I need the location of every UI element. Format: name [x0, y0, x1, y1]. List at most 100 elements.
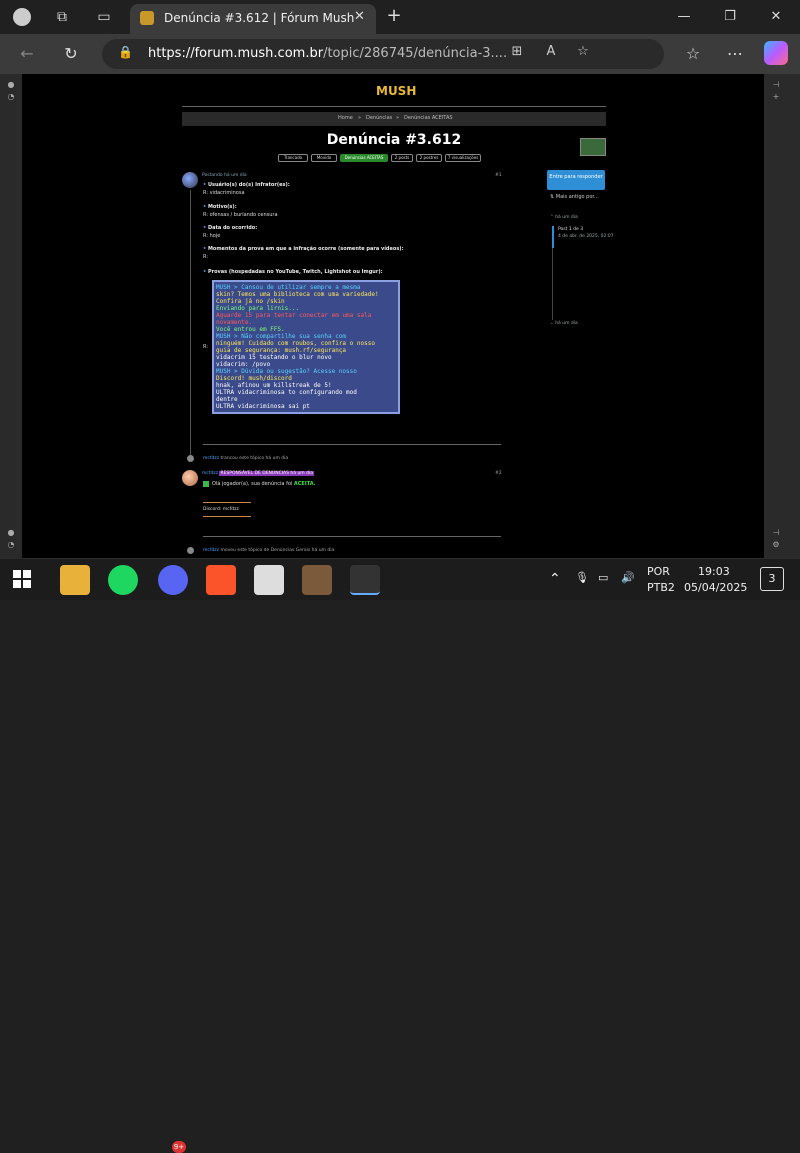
- event-text: mcfdzz moveu este tópico de Denúncias Ge…: [203, 548, 335, 553]
- field-value: R: vidacriminosa: [203, 190, 245, 196]
- favorites-icon[interactable]: ☆: [680, 42, 706, 66]
- tag-views: 7 visualizações: [445, 154, 481, 162]
- chat-line: hnak, afinou um killstreak de 5!: [216, 382, 332, 389]
- spotify-icon[interactable]: [108, 565, 138, 595]
- timeline-indicator[interactable]: [552, 226, 554, 248]
- divider: [182, 106, 606, 107]
- sidebar-pin-icon[interactable]: ⊣: [770, 80, 782, 90]
- event-marker-icon: [187, 547, 194, 554]
- sort-link[interactable]: ⇅ Mais antigo por...: [550, 194, 599, 200]
- tag-posters: 2 postres: [416, 154, 442, 162]
- favorite-star-icon[interactable]: ☆: [572, 44, 594, 64]
- right-sidebar: ⊣ + ⊣ ⚙: [764, 74, 800, 558]
- tag-posts: 2 posts: [391, 154, 413, 162]
- microphone-icon[interactable]: 🎙: [575, 571, 589, 584]
- start-windows-icon[interactable]: [10, 567, 34, 591]
- field-value: R: ofensas / burlando censura: [203, 212, 278, 218]
- tab-bar: ⧉ ▭ Denúncia #3.612 | Fórum Mush ✕ + — ❐…: [0, 0, 800, 34]
- check-icon: [203, 481, 209, 487]
- lock-icon[interactable]: 🔒: [118, 45, 134, 61]
- maximize-button[interactable]: ❐: [712, 4, 748, 30]
- tab-actions-icon[interactable]: ▭: [92, 5, 116, 29]
- language-indicator[interactable]: POR: [647, 565, 670, 578]
- avatar[interactable]: [182, 172, 198, 188]
- signature-text[interactable]: Discord: mcfdzz: [203, 507, 239, 512]
- notification-badge: 9+: [172, 1141, 186, 1153]
- url-text[interactable]: https://forum.mush.com.br/topic/286745/d…: [148, 46, 507, 61]
- timeline-track: [552, 248, 553, 320]
- topic-thumbnail[interactable]: [580, 138, 606, 156]
- post-index[interactable]: #2: [495, 471, 502, 476]
- chat-line: ninguém! Cuidado com roubos, confira o n…: [216, 340, 375, 347]
- profile-icon[interactable]: [10, 5, 34, 29]
- file-explorer-icon[interactable]: [60, 565, 90, 595]
- timeline-date: 4 de abr. de 2025, 02:07: [558, 234, 614, 239]
- timeline-top[interactable]: ⌃ há um dia: [550, 215, 578, 220]
- network-icon[interactable]: ▭: [598, 571, 608, 584]
- event-marker-icon: [187, 455, 194, 462]
- sidebar-clock-icon[interactable]: ◔: [5, 540, 17, 550]
- chat-line: MUSH > Não compartilhe sua senha com: [216, 333, 347, 340]
- tag-category[interactable]: Denúncias ACEITAS: [340, 154, 388, 162]
- timeline-bottom[interactable]: ⌄ há um dia: [550, 321, 578, 326]
- field-value: R: hoje: [203, 233, 221, 239]
- workspaces-icon[interactable]: ⧉: [50, 5, 74, 29]
- sidebar-dot-icon[interactable]: ●: [5, 528, 17, 538]
- show-hidden-icons[interactable]: ⌃: [549, 571, 561, 587]
- breadcrumb-subcategory[interactable]: Denúncias ACEITAS: [404, 115, 453, 121]
- breadcrumb-category[interactable]: Denúncias: [366, 115, 392, 121]
- avatar[interactable]: [182, 470, 198, 486]
- signature-divider: [203, 502, 251, 503]
- page-viewport: ● ◔ ● ◔ ⊣ + ⊣ ⚙ MUSH Home » Denúncias » …: [0, 74, 800, 558]
- sidebar-add-icon[interactable]: +: [770, 92, 782, 102]
- sidebar-pin-icon[interactable]: ⊣: [770, 528, 782, 538]
- keyboard-layout[interactable]: PTB2: [647, 581, 675, 594]
- address-bar[interactable]: 🔒 https://forum.mush.com.br/topic/286745…: [102, 39, 664, 69]
- more-menu-icon[interactable]: ⋯: [722, 42, 748, 66]
- notifications-icon[interactable]: 3: [760, 567, 784, 591]
- read-aloud-icon[interactable]: A: [540, 44, 562, 64]
- field-value: R:: [203, 344, 209, 350]
- timeline-counter: Post 1 de 3: [558, 227, 584, 232]
- minimize-button[interactable]: —: [666, 4, 702, 30]
- mush-logo[interactable]: MUSH: [376, 84, 416, 98]
- breadcrumb-sep: »: [396, 115, 400, 121]
- chat-line: Enviando para lirnis...: [216, 305, 300, 312]
- chat-line: vidacrim 15 testando o blur novo: [216, 354, 332, 361]
- post-author-line: mcfdzz RESPONSÁVEL DE DENÚNCIAS há um di…: [202, 471, 314, 476]
- clock-date[interactable]: 05/04/2025: [684, 581, 747, 594]
- field-label: • Momentos da prova em que a infração oc…: [203, 246, 404, 252]
- sidebar-dot-icon[interactable]: ●: [5, 80, 17, 90]
- chat-line: skin? Temos uma biblioteca com uma varie…: [216, 291, 379, 298]
- reply-button[interactable]: Entre para responder: [547, 170, 605, 190]
- volume-icon[interactable]: 🔊: [621, 571, 635, 584]
- discord-icon[interactable]: [158, 565, 188, 595]
- taskbar: 9+ ⌃ 🎙 ▭ 🔊 POR PTB2 19:03 05/04/2025 3: [0, 558, 800, 1153]
- apps-icon[interactable]: ⊞: [506, 44, 528, 64]
- post-index[interactable]: #1: [495, 173, 502, 178]
- new-tab-button[interactable]: +: [382, 5, 406, 29]
- chat-line: guia de segurança: mush.rf/segurança: [216, 347, 347, 354]
- close-window-button[interactable]: ✕: [758, 4, 794, 30]
- sidebar-settings-icon[interactable]: ⚙: [770, 540, 782, 550]
- minecraft-icon[interactable]: [302, 565, 332, 595]
- copilot-icon[interactable]: [764, 41, 788, 65]
- refresh-icon[interactable]: ↻: [58, 42, 84, 66]
- evidence-screenshot[interactable]: MUSH > Cansou de utilizar sempre a mesma…: [212, 280, 400, 414]
- forum-page: MUSH Home » Denúncias » Denúncias ACEITA…: [22, 74, 764, 558]
- clock-time[interactable]: 19:03: [698, 565, 730, 578]
- left-sidebar: ● ◔ ● ◔: [0, 74, 22, 558]
- sidebar-clock-icon[interactable]: ◔: [5, 92, 17, 102]
- active-tab[interactable]: Denúncia #3.612 | Fórum Mush ✕: [130, 4, 376, 34]
- edge-icon[interactable]: [350, 565, 380, 595]
- tag-moved: Movido: [311, 154, 337, 162]
- chat-line: vidacrim: /povo: [216, 361, 271, 368]
- field-label: • Usuário(s) do(s) Infrator(es):: [203, 182, 290, 188]
- breadcrumb-home[interactable]: Home: [338, 115, 353, 121]
- app-icon[interactable]: [254, 565, 284, 595]
- chat-line: MUSH > Dúvida ou sugestão? Acesse nosso: [216, 368, 357, 375]
- post-body: Olá jogador(a), sua denúncia foi ACEITA.: [212, 481, 316, 487]
- back-arrow-icon[interactable]: ←: [14, 42, 40, 66]
- brave-icon[interactable]: [206, 565, 236, 595]
- tab-close-icon[interactable]: ✕: [354, 9, 365, 24]
